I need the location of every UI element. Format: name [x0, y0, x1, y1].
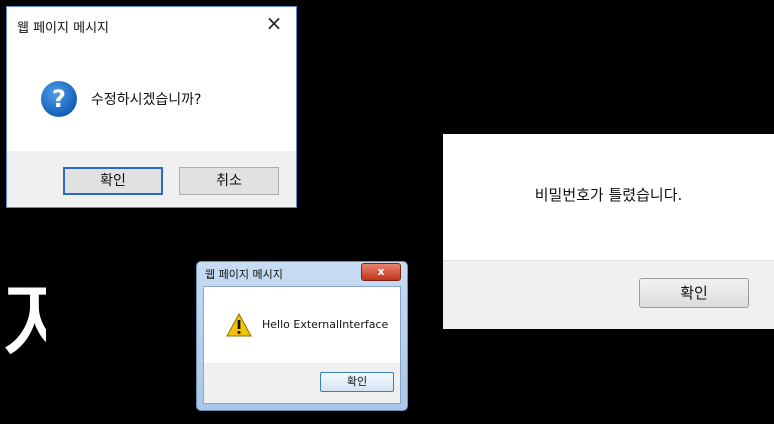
ok-button[interactable]: 확인 — [320, 372, 394, 392]
dialog-title: 웹 페이지 메시지 — [205, 268, 283, 281]
close-icon[interactable]: x — [361, 263, 401, 281]
dialog-footer: 확인 취소 — [7, 151, 296, 207]
alert-dialog: 웹 페이지 메시지 x Hello ExternalInterface 확인 — [196, 261, 408, 411]
close-icon[interactable]: × — [262, 11, 286, 35]
dialog-footer: 확인 — [443, 260, 774, 329]
dialog-content: Hello ExternalInterface — [204, 287, 400, 363]
dialog-body: Hello ExternalInterface 확인 — [203, 286, 401, 404]
confirm-dialog: 웹 페이지 메시지 × ? 수정하시겠습니까? 확인 취소 — [6, 6, 297, 208]
question-icon: ? — [41, 81, 77, 117]
dialog-message: 수정하시겠습니까? — [91, 92, 202, 108]
cancel-button[interactable]: 취소 — [179, 167, 279, 195]
dialog-message: 비밀번호가 틀렸습니다. — [534, 186, 683, 204]
dialog-message: Hello ExternalInterface — [262, 318, 389, 331]
ok-button[interactable]: 확인 — [639, 278, 749, 308]
dialog-title: 웹 페이지 메시지 — [17, 21, 109, 36]
password-error-dialog: 비밀번호가 틀렸습니다. 확인 — [443, 134, 774, 329]
dialog-footer: 확인 — [204, 363, 400, 403]
ok-button[interactable]: 확인 — [63, 167, 163, 195]
warning-icon — [226, 313, 252, 337]
background-partial-text: 지 — [0, 268, 46, 388]
